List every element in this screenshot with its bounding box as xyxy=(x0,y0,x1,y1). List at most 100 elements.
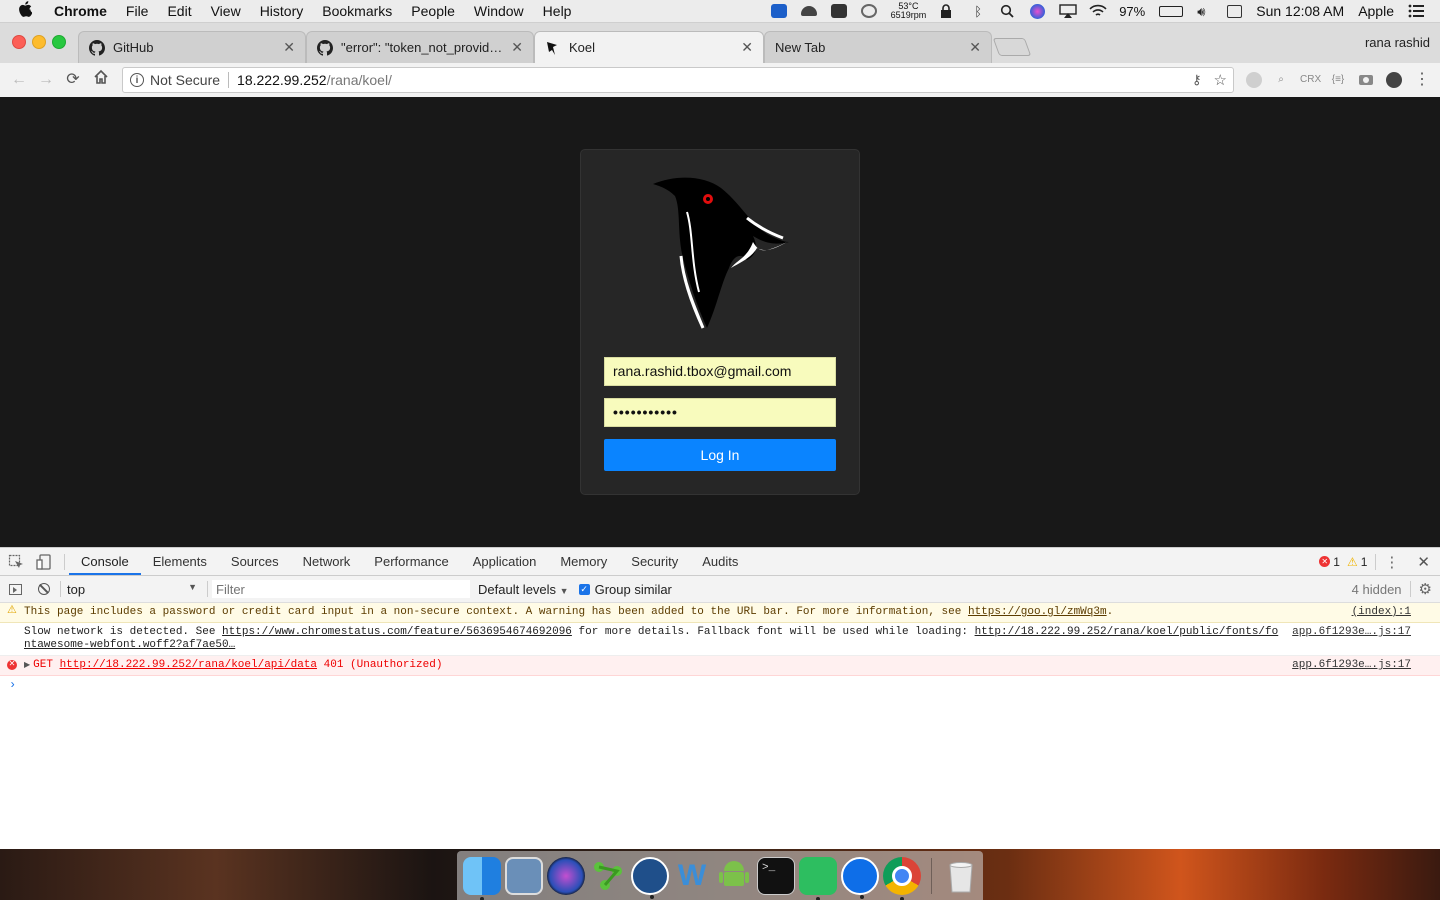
profile-name[interactable]: rana rashid xyxy=(1365,35,1430,50)
devtools-tab-memory[interactable]: Memory xyxy=(548,548,619,575)
password-field[interactable]: ••••••••••• xyxy=(604,398,836,427)
battery-percent[interactable]: 97% xyxy=(1119,4,1145,19)
chrome-menu-icon[interactable]: ⋮ xyxy=(1414,72,1430,88)
teamviewer-status-icon[interactable] xyxy=(770,4,787,18)
context-selector[interactable]: top ▼ xyxy=(67,582,203,597)
trash-icon[interactable] xyxy=(942,857,980,895)
devtools-menu-icon[interactable]: ⋮ xyxy=(1384,553,1399,571)
menu-view[interactable]: View xyxy=(211,3,241,19)
devtools-tab-application[interactable]: Application xyxy=(461,548,549,575)
devtools-close-icon[interactable]: ✕ xyxy=(1417,553,1430,571)
chrome-icon[interactable] xyxy=(883,856,921,900)
inspect-element-icon[interactable] xyxy=(8,554,24,570)
tab-koel[interactable]: Koel ✕ xyxy=(534,31,764,63)
crx-extension-icon[interactable]: CRX xyxy=(1300,72,1321,88)
console-prompt[interactable]: › xyxy=(0,676,1440,694)
menu-history[interactable]: History xyxy=(260,3,304,19)
menu-bookmarks[interactable]: Bookmarks xyxy=(322,3,392,19)
globe-extension-icon[interactable] xyxy=(1246,72,1262,88)
tab-new-tab[interactable]: New Tab ✕ xyxy=(764,31,992,63)
forward-arrow-icon[interactable]: → xyxy=(35,69,57,91)
key-icon[interactable]: ⚷ xyxy=(1192,72,1202,88)
menu-people[interactable]: People xyxy=(411,3,455,19)
info-link-chromestatus[interactable]: https://www.chromestatus.com/feature/563… xyxy=(222,626,572,638)
spotlight-search-icon[interactable] xyxy=(1000,4,1016,18)
lock-status-icon[interactable] xyxy=(940,4,956,18)
devtools-tab-security[interactable]: Security xyxy=(619,548,690,575)
warning-link[interactable]: https://goo.gl/zmWq3m xyxy=(968,606,1107,618)
info-link-font-cont[interactable]: ntawesome-webfont.woff2?af7ae50… xyxy=(24,639,235,651)
teamviewer-icon[interactable] xyxy=(841,856,879,899)
console-settings-gear-icon[interactable]: ⚙ xyxy=(1419,580,1432,598)
wifi-icon[interactable] xyxy=(1089,4,1107,18)
wunderlist-icon[interactable]: W xyxy=(673,857,711,895)
android-studio-icon[interactable] xyxy=(715,857,753,895)
hat-status-icon[interactable] xyxy=(800,6,817,16)
menubar-clock[interactable]: Sun 12:08 AM xyxy=(1256,3,1344,19)
security-label[interactable]: Not Secure xyxy=(150,72,220,88)
info-icon[interactable]: i xyxy=(130,73,144,87)
menubar-user[interactable]: Apple xyxy=(1358,3,1394,19)
menu-help[interactable]: Help xyxy=(543,3,572,19)
show-sidebar-icon[interactable] xyxy=(9,583,22,595)
login-button[interactable]: Log In xyxy=(604,439,836,471)
evernote-icon[interactable] xyxy=(799,856,837,900)
json-extension-icon[interactable]: {≡} xyxy=(1330,72,1346,88)
battery-icon[interactable] xyxy=(1159,5,1184,17)
window-minimize-button[interactable] xyxy=(32,35,46,49)
window-close-button[interactable] xyxy=(12,35,26,49)
temperature-readout[interactable]: 53°C 6519rpm xyxy=(891,2,927,20)
window-zoom-button[interactable] xyxy=(52,35,66,49)
devtools-tab-performance[interactable]: Performance xyxy=(362,548,460,575)
devtools-tab-console[interactable]: Console xyxy=(69,548,141,575)
tab-close-icon[interactable]: ✕ xyxy=(741,39,753,56)
evernote-status-icon[interactable] xyxy=(830,4,847,18)
menu-edit[interactable]: Edit xyxy=(167,3,191,19)
menu-app-name[interactable]: Chrome xyxy=(54,3,107,19)
tab-close-icon[interactable]: ✕ xyxy=(283,39,295,56)
siri-icon[interactable] xyxy=(1030,3,1046,19)
log-levels-dropdown[interactable]: Default levels ▼ xyxy=(478,582,569,597)
back-arrow-icon[interactable]: ← xyxy=(8,69,30,91)
error-url-link[interactable]: http://18.222.99.252/rana/koel/api/data xyxy=(60,659,317,671)
zoom-extension-icon[interactable]: ⌕ xyxy=(1273,72,1289,88)
email-field[interactable]: rana.rashid.tbox@gmail.com xyxy=(604,357,836,386)
group-similar-label[interactable]: Group similar xyxy=(595,582,672,597)
devtools-tab-sources[interactable]: Sources xyxy=(219,548,291,575)
preview-icon[interactable] xyxy=(505,856,543,895)
spy-extension-icon[interactable] xyxy=(1386,72,1402,88)
tab-close-icon[interactable]: ✕ xyxy=(511,39,523,56)
address-bar[interactable]: i Not Secure 18.222.99.252 /rana/koel/ ⚷… xyxy=(122,67,1234,93)
airplay-icon[interactable] xyxy=(1059,4,1077,18)
device-toolbar-icon[interactable] xyxy=(36,553,52,570)
devtools-tab-elements[interactable]: Elements xyxy=(141,548,219,575)
sourcetree-icon[interactable] xyxy=(631,856,669,899)
sourcetree-like-icon[interactable] xyxy=(589,857,627,895)
menu-file[interactable]: File xyxy=(126,3,149,19)
keyboard-input-icon[interactable] xyxy=(1227,4,1243,18)
bookmark-star-icon[interactable]: ☆ xyxy=(1214,71,1227,89)
reload-icon[interactable]: ⟳ xyxy=(62,69,84,91)
cc-status-icon[interactable] xyxy=(860,4,877,18)
error-source-link[interactable]: app.6f1293e….js:17 xyxy=(1292,659,1411,672)
new-tab-button[interactable] xyxy=(992,38,1032,56)
devtools-tab-network[interactable]: Network xyxy=(291,548,363,575)
volume-icon[interactable]: 🔊︎ xyxy=(1197,4,1213,19)
info-link-font[interactable]: http://18.222.99.252/rana/koel/public/fo… xyxy=(975,626,1279,638)
error-counter[interactable]: ✕ 1 ⚠ 1 xyxy=(1319,555,1367,569)
finder-icon[interactable] xyxy=(463,856,501,900)
console-filter-input[interactable] xyxy=(212,580,470,598)
info-source-link[interactable]: app.6f1293e….js:17 xyxy=(1292,626,1411,639)
camera-extension-icon[interactable] xyxy=(1358,72,1374,88)
home-icon[interactable] xyxy=(90,69,112,91)
expand-triangle-icon[interactable]: ▶ xyxy=(24,661,30,670)
notification-center-icon[interactable] xyxy=(1408,4,1424,18)
tab-token-error[interactable]: "error": "token_not_provided" ✕ xyxy=(306,31,534,63)
tab-close-icon[interactable]: ✕ xyxy=(969,39,981,56)
devtools-tab-audits[interactable]: Audits xyxy=(690,548,750,575)
warning-source-link[interactable]: (index):1 xyxy=(1352,606,1411,619)
group-similar-checkbox[interactable]: ✓ xyxy=(578,583,590,595)
bluetooth-icon[interactable]: ᛒ xyxy=(970,4,986,19)
apple-menu-icon[interactable] xyxy=(18,1,38,21)
terminal-icon[interactable]: >_ xyxy=(757,856,795,895)
